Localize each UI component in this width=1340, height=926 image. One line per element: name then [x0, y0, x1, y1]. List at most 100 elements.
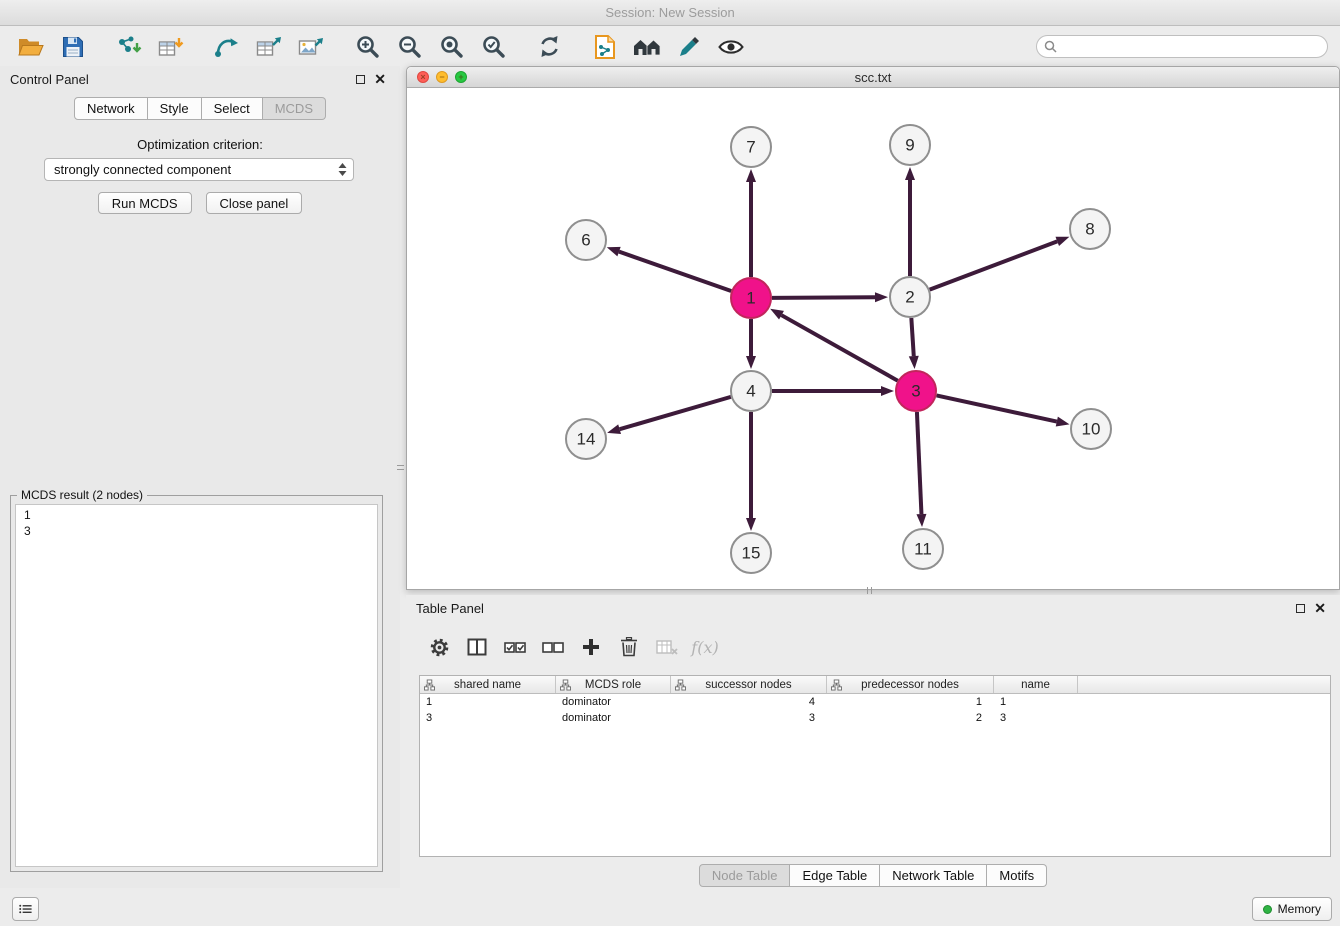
- window-titlebar[interactable]: Session: New Session: [0, 0, 1340, 26]
- table-cell[interactable]: 3: [994, 710, 1078, 726]
- show-columns-button[interactable]: [458, 630, 496, 664]
- save-session-button[interactable]: [52, 31, 94, 63]
- export-table-button[interactable]: [248, 31, 290, 63]
- mcds-result-list[interactable]: 13: [15, 504, 378, 867]
- first-neighbors-button[interactable]: [626, 31, 668, 63]
- close-panel-button[interactable]: Close panel: [206, 192, 303, 214]
- zoom-out-button[interactable]: [388, 31, 430, 63]
- tab-node-table[interactable]: Node Table: [699, 864, 791, 887]
- tab-select[interactable]: Select: [202, 97, 263, 120]
- table-cell[interactable]: 3: [420, 710, 556, 726]
- graph-node-4[interactable]: 4: [731, 371, 771, 411]
- tab-network-table[interactable]: Network Table: [880, 864, 987, 887]
- unselect-all-columns-button[interactable]: [534, 630, 572, 664]
- optimization-dropdown[interactable]: strongly connected component: [44, 158, 354, 181]
- export-web-document-icon: [593, 34, 617, 60]
- float-panel-icon[interactable]: [356, 75, 365, 84]
- delete-column-button[interactable]: [610, 630, 648, 664]
- panel-splitter-vertical[interactable]: [397, 456, 404, 478]
- graph-edge-4-3[interactable]: [772, 386, 894, 396]
- run-mcds-button[interactable]: Run MCDS: [98, 192, 192, 214]
- column-header-mcds-role[interactable]: MCDS role: [556, 676, 671, 693]
- graph-edge-4-15[interactable]: [746, 412, 756, 531]
- column-header-label: predecessor nodes: [861, 679, 959, 691]
- column-header-name[interactable]: name: [994, 676, 1078, 693]
- tab-network[interactable]: Network: [74, 97, 148, 120]
- tab-edge-table[interactable]: Edge Table: [790, 864, 880, 887]
- graph-edge-3-11[interactable]: [916, 412, 926, 527]
- tab-motifs[interactable]: Motifs: [987, 864, 1047, 887]
- graph-edge-2-3[interactable]: [909, 318, 919, 369]
- apply-layout-button[interactable]: [528, 31, 570, 63]
- table-cell[interactable]: dominator: [556, 710, 671, 726]
- float-table-panel-icon[interactable]: [1296, 604, 1305, 613]
- function-builder-button[interactable]: f(x): [686, 630, 724, 664]
- create-column-button[interactable]: [572, 630, 610, 664]
- style-brush-button[interactable]: [668, 31, 710, 63]
- graph-node-15[interactable]: 15: [731, 533, 771, 573]
- graph-node-11[interactable]: 11: [903, 529, 943, 569]
- task-history-button[interactable]: [12, 897, 39, 921]
- table-cell[interactable]: 2: [827, 710, 994, 726]
- table-cell[interactable]: 1: [420, 694, 556, 710]
- graph-node-14[interactable]: 14: [566, 419, 606, 459]
- close-window-button[interactable]: ×: [417, 71, 429, 83]
- graph-edge-4-14[interactable]: [607, 397, 731, 434]
- show-hide-button[interactable]: [710, 31, 752, 63]
- zoom-fit-button[interactable]: [430, 31, 472, 63]
- graph-edge-3-1[interactable]: [770, 309, 898, 381]
- close-panel-icon[interactable]: ✕: [374, 72, 386, 86]
- panel-splitter-horizontal[interactable]: [858, 587, 880, 594]
- network-window-titlebar[interactable]: × − + scc.txt: [407, 67, 1339, 88]
- column-header-successor-nodes[interactable]: successor nodes: [671, 676, 827, 693]
- graph-node-1[interactable]: 1: [731, 278, 771, 318]
- graph-edge-2-9[interactable]: [905, 167, 915, 276]
- graph-edge-3-10[interactable]: [937, 395, 1070, 426]
- column-header-label: name: [1021, 679, 1050, 691]
- graph-node-7[interactable]: 7: [731, 127, 771, 167]
- open-session-button[interactable]: [10, 31, 52, 63]
- minimize-window-button[interactable]: −: [436, 71, 448, 83]
- graph-node-2[interactable]: 2: [890, 277, 930, 317]
- table-row[interactable]: 3dominator323: [420, 710, 1330, 726]
- graph-edge-1-7[interactable]: [746, 169, 756, 277]
- search-input[interactable]: [1036, 35, 1328, 58]
- graph-node-10[interactable]: 10: [1071, 409, 1111, 449]
- svg-text:8: 8: [1085, 220, 1094, 239]
- graph-edge-1-2[interactable]: [772, 292, 888, 302]
- graph-edge-1-4[interactable]: [746, 319, 756, 369]
- table-cell[interactable]: 1: [994, 694, 1078, 710]
- tab-mcds[interactable]: MCDS: [263, 97, 326, 120]
- import-network-icon: [116, 35, 142, 59]
- import-table-button[interactable]: [150, 31, 192, 63]
- network-canvas[interactable]: 7 9 6 8 1 2 4 3 14 10 15 11: [407, 88, 1339, 589]
- column-header-predecessor-nodes[interactable]: predecessor nodes: [827, 676, 994, 693]
- table-settings-button[interactable]: [420, 630, 458, 664]
- graph-node-9[interactable]: 9: [890, 125, 930, 165]
- tab-style[interactable]: Style: [148, 97, 202, 120]
- export-network-button[interactable]: [206, 31, 248, 63]
- zoom-selected-button[interactable]: [472, 31, 514, 63]
- table-cell[interactable]: 4: [671, 694, 827, 710]
- graph-edge-1-6[interactable]: [607, 247, 731, 291]
- graph-node-6[interactable]: 6: [566, 220, 606, 260]
- select-all-columns-button[interactable]: [496, 630, 534, 664]
- open-folder-icon: [18, 36, 44, 58]
- table-row[interactable]: 1dominator411: [420, 694, 1330, 710]
- column-header-shared-name[interactable]: shared name: [420, 676, 556, 693]
- zoom-window-button[interactable]: +: [455, 71, 467, 83]
- graph-node-3[interactable]: 3: [896, 371, 936, 411]
- export-web-button[interactable]: [584, 31, 626, 63]
- graph-node-8[interactable]: 8: [1070, 209, 1110, 249]
- import-network-button[interactable]: [108, 31, 150, 63]
- export-image-button[interactable]: [290, 31, 332, 63]
- table-cell[interactable]: 1: [827, 694, 994, 710]
- graph-edge-2-8[interactable]: [930, 237, 1070, 290]
- memory-button[interactable]: Memory: [1252, 897, 1332, 921]
- table-cell[interactable]: 3: [671, 710, 827, 726]
- zoom-in-button[interactable]: [346, 31, 388, 63]
- table-cell[interactable]: dominator: [556, 694, 671, 710]
- close-table-panel-icon[interactable]: ✕: [1314, 601, 1326, 615]
- sort-hierarchy-icon: [831, 679, 842, 691]
- delete-table-button[interactable]: [648, 630, 686, 664]
